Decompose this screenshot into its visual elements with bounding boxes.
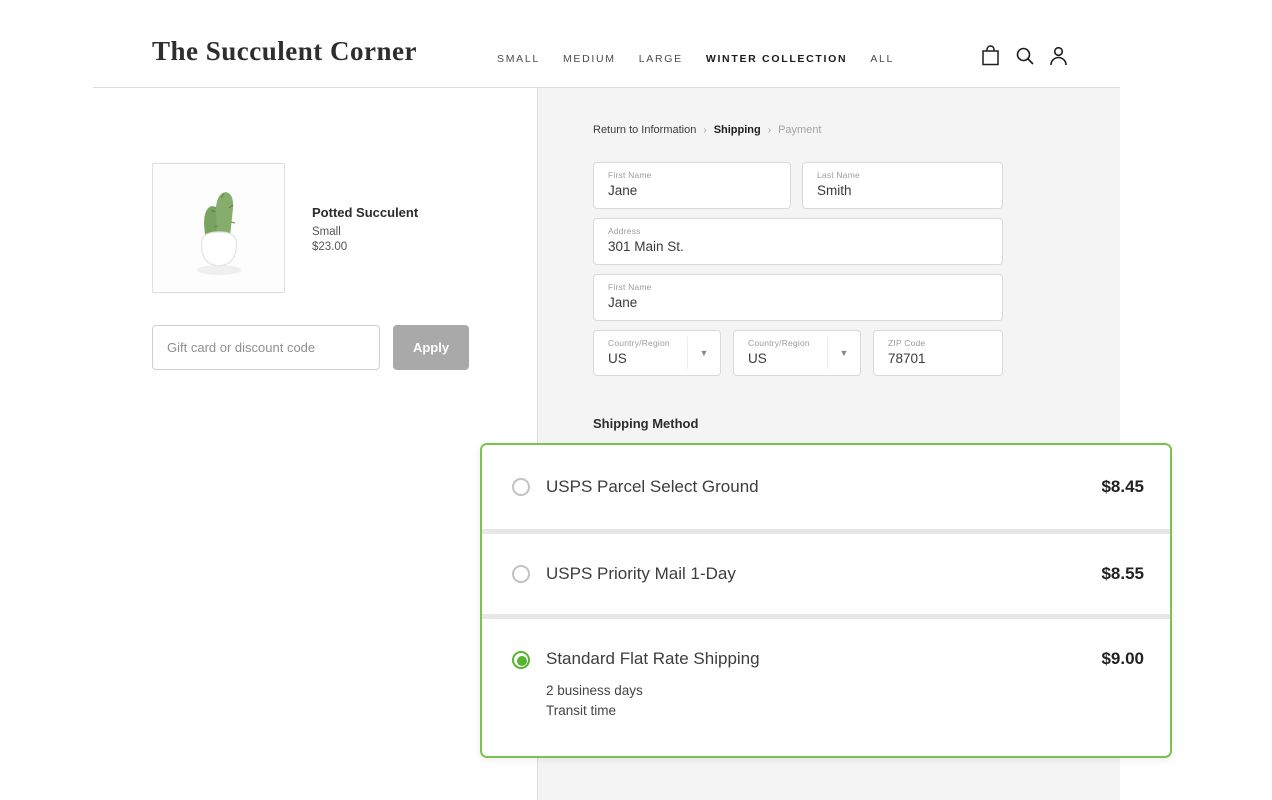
shipping-options-panel: USPS Parcel Select Ground $8.45 USPS Pri… [480,443,1172,758]
shipping-option-label: USPS Parcel Select Ground [546,477,759,497]
header-icons [980,45,1069,66]
shipping-option-label: USPS Priority Mail 1-Day [546,564,736,584]
discount-code-input[interactable] [152,325,380,370]
breadcrumb: Return to Information › Shipping › Payme… [593,124,822,136]
shipping-option-usps-parcel[interactable]: USPS Parcel Select Ground $8.45 [482,445,1170,529]
shipping-option-details: 2 business days Transit time [546,683,760,718]
chevron-down-icon: ▼ [687,337,720,369]
succulent-illustration [174,178,264,278]
user-icon[interactable] [1048,45,1069,66]
product-price: $23.00 [312,241,418,253]
breadcrumb-payment: Payment [778,124,821,136]
product-variant: Small [312,226,418,238]
shipping-option-price: $9.00 [1101,649,1144,669]
first-name-field-2[interactable]: First Name Jane [593,274,1003,321]
product-name: Potted Succulent [312,205,418,220]
apply-button[interactable]: Apply [393,325,469,370]
store-logo[interactable]: The Succulent Corner [152,36,417,67]
search-icon[interactable] [1014,45,1035,66]
radio-button-icon[interactable] [512,478,530,496]
radio-button-icon[interactable] [512,565,530,583]
address-field[interactable]: Address 301 Main St. [593,218,1003,265]
shipping-option-price: $8.45 [1101,477,1144,497]
shipping-option-usps-priority[interactable]: USPS Priority Mail 1-Day $8.55 [482,534,1170,614]
shipping-option-price: $8.55 [1101,564,1144,584]
field-label: ZIP Code [888,338,988,348]
zip-code-field[interactable]: ZIP Code 78701 [873,330,1003,376]
nav-item-medium[interactable]: MEDIUM [563,53,616,65]
bag-icon[interactable] [980,45,1001,66]
checkout-page: The Succulent Corner SMALL MEDIUM LARGE … [0,0,1272,800]
field-value: 78701 [888,351,988,366]
radio-button-selected-icon[interactable] [512,651,530,669]
field-value: Jane [608,295,988,310]
country-select-2[interactable]: Country/Region US ▼ [733,330,861,376]
product-image [152,163,285,293]
shipping-option-label: Standard Flat Rate Shipping [546,649,760,669]
breadcrumb-shipping: Shipping [714,124,761,136]
last-name-field[interactable]: Last Name Smith [802,162,1003,209]
nav-item-all[interactable]: ALL [870,53,894,65]
shipping-detail-line: Transit time [546,703,760,718]
shipping-detail-line: 2 business days [546,683,760,698]
nav-item-large[interactable]: LARGE [639,53,683,65]
field-label: Last Name [817,170,988,180]
chevron-down-icon: ▼ [827,337,860,369]
nav-item-winter-collection[interactable]: WINTER COLLECTION [706,53,847,65]
shipping-option-main: Standard Flat Rate Shipping 2 business d… [546,649,760,718]
field-value: Smith [817,183,988,198]
main-nav: SMALL MEDIUM LARGE WINTER COLLECTION ALL [497,53,894,65]
field-label: First Name [608,170,776,180]
field-value: Jane [608,183,776,198]
chevron-right-icon: › [768,125,771,136]
field-label: First Name [608,282,988,292]
breadcrumb-information[interactable]: Return to Information [593,124,696,136]
field-value: 301 Main St. [608,239,988,254]
country-select-1[interactable]: Country/Region US ▼ [593,330,721,376]
first-name-field[interactable]: First Name Jane [593,162,791,209]
shipping-method-heading: Shipping Method [593,416,698,431]
chevron-right-icon: › [703,125,706,136]
field-label: Address [608,226,988,236]
shipping-option-standard-flat[interactable]: Standard Flat Rate Shipping 2 business d… [482,619,1170,751]
nav-item-small[interactable]: SMALL [497,53,540,65]
product-info: Potted Succulent Small $23.00 [312,205,418,253]
